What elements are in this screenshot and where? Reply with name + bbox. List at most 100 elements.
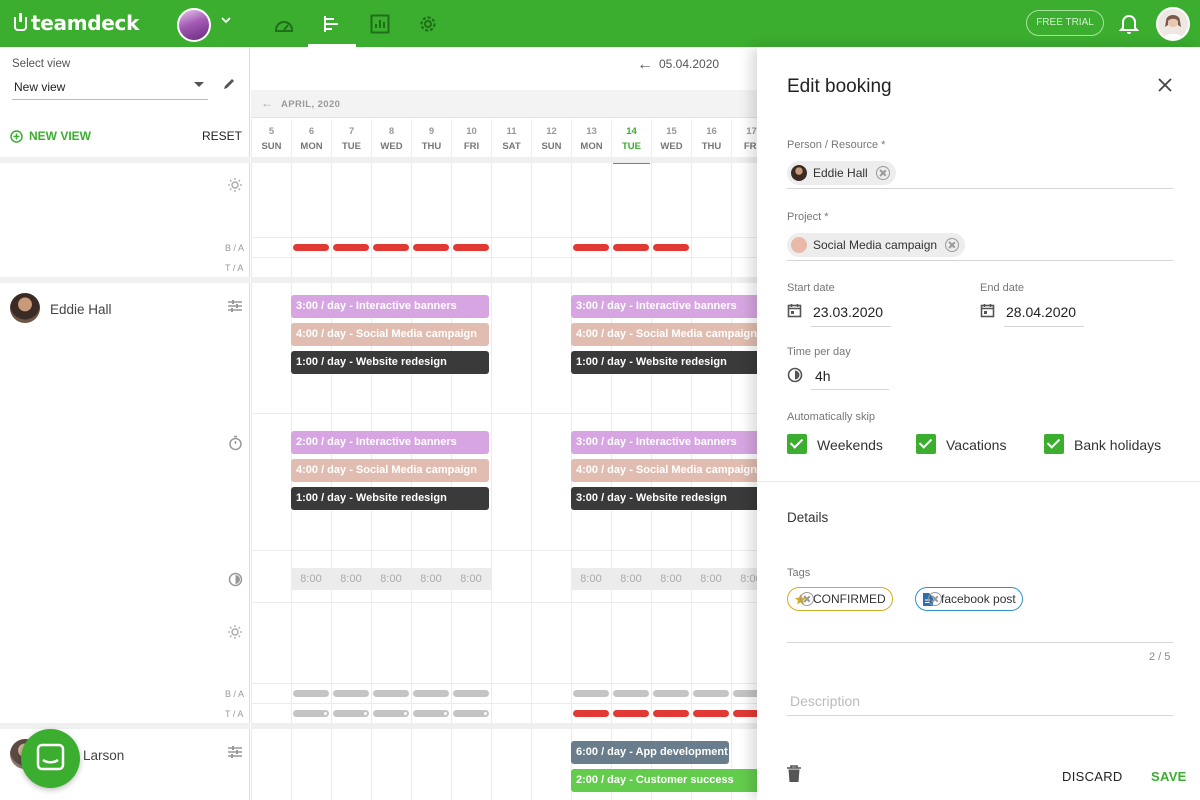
trash-icon[interactable] <box>786 765 802 788</box>
project-chip[interactable]: Social Media campaign <box>787 233 966 257</box>
availability-bar[interactable] <box>293 690 329 697</box>
booking-website-redesign[interactable]: 1:00 / day - Website redesign <box>291 351 489 374</box>
select-view-dropdown[interactable]: New view <box>12 78 208 100</box>
booking-social-media-campaign[interactable]: 4:00 / day - Social Media campaign <box>291 323 489 346</box>
availability-bar[interactable] <box>653 244 689 251</box>
teamdeck-logo[interactable]: teamdeck <box>14 11 139 35</box>
day-number: 9 <box>428 126 435 137</box>
close-icon[interactable] <box>1157 77 1173 98</box>
availability-bar[interactable] <box>333 244 369 251</box>
stopwatch-icon[interactable] <box>226 435 244 454</box>
description-input[interactable]: Description <box>790 693 860 709</box>
user-avatar[interactable] <box>1156 7 1190 41</box>
time-pie-icon[interactable] <box>226 572 244 590</box>
weekends-checkbox[interactable] <box>787 434 807 454</box>
availability-bar[interactable] <box>333 710 369 717</box>
project-color-dot <box>791 237 807 253</box>
vacations-label[interactable]: Vacations <box>946 437 1006 453</box>
chevron-down-icon[interactable] <box>220 14 232 29</box>
availability-bar[interactable] <box>573 244 609 251</box>
time-per-day-input[interactable]: 4h <box>815 368 831 384</box>
availability-bar[interactable] <box>733 710 757 717</box>
vacations-checkbox[interactable] <box>916 434 936 454</box>
bank-holidays-checkbox[interactable] <box>1044 434 1064 454</box>
availability-bar[interactable] <box>613 244 649 251</box>
availability-bar[interactable] <box>733 690 757 697</box>
availability-bar[interactable] <box>373 710 409 717</box>
timesheet-social-media-campaign[interactable]: 4:00 / day - Social Media campaign <box>571 459 757 482</box>
booking-interactive-banners[interactable]: 3:00 / day - Interactive banners <box>291 295 489 318</box>
availability-bar[interactable] <box>653 710 689 717</box>
bookings-sliders-icon[interactable] <box>226 299 244 316</box>
end-date-input[interactable]: 28.04.2020 <box>1006 304 1076 320</box>
day-number: 6 <box>308 126 315 137</box>
nav-settings[interactable] <box>404 0 452 47</box>
booking-interactive-banners[interactable]: 3:00 / day - Interactive banners <box>571 295 757 318</box>
booking-social-media-campaign[interactable]: 4:00 / day - Social Media campaign <box>571 323 757 346</box>
arrow-left-icon[interactable]: ← <box>637 56 653 74</box>
nav-dashboard[interactable] <box>260 0 308 47</box>
teamdeck-logo-icon <box>14 13 27 31</box>
chat-launcher-button[interactable] <box>21 729 80 788</box>
availability-bar[interactable] <box>293 244 329 251</box>
start-date-input[interactable]: 23.03.2020 <box>813 304 883 320</box>
remove-circle-icon[interactable] <box>875 166 890 180</box>
availability-bar[interactable] <box>413 690 449 697</box>
availability-bar[interactable] <box>413 244 449 251</box>
resource-avatar[interactable] <box>10 293 40 323</box>
left-panel: Select view New view NEW VIEW RESET B / … <box>0 47 250 800</box>
free-trial-button[interactable]: FREE TRIAL <box>1026 10 1104 36</box>
availability-bar[interactable] <box>573 690 609 697</box>
availability-bar[interactable] <box>453 690 489 697</box>
availability-bar[interactable] <box>653 690 689 697</box>
person-chip[interactable]: Eddie Hall <box>787 161 896 185</box>
availability-bar[interactable] <box>453 244 489 251</box>
nav-schedule[interactable] <box>308 0 356 47</box>
availability-bar[interactable] <box>333 690 369 697</box>
availability-bar[interactable] <box>413 710 449 717</box>
timesheet-website-redesign[interactable]: 3:00 / day - Website redesign <box>571 487 757 510</box>
bookings-sliders-icon[interactable] <box>226 745 244 762</box>
availability-bar[interactable] <box>613 690 649 697</box>
current-date[interactable]: 05.04.2020 <box>659 57 719 71</box>
weekends-label[interactable]: Weekends <box>817 437 883 453</box>
remove-circle-icon[interactable] <box>928 592 942 606</box>
nav-reports[interactable] <box>356 0 404 47</box>
bank-holidays-label[interactable]: Bank holidays <box>1074 437 1161 453</box>
availability-bar[interactable] <box>693 710 729 717</box>
availability-bar[interactable] <box>453 710 489 717</box>
working-hours-cell: 8:00 <box>411 568 451 590</box>
availability-bar[interactable] <box>693 690 729 697</box>
availability-bar[interactable] <box>613 710 649 717</box>
timesheet-interactive-banners[interactable]: 3:00 / day - Interactive banners <box>571 431 757 454</box>
pencil-icon[interactable] <box>222 77 236 96</box>
availability-bar[interactable] <box>573 710 609 717</box>
availability-bar[interactable] <box>373 690 409 697</box>
timesheet-interactive-banners[interactable]: 2:00 / day - Interactive banners <box>291 431 489 454</box>
booking-website-redesign[interactable]: 1:00 / day - Website redesign <box>571 351 757 374</box>
row-divider <box>251 703 757 704</box>
resource-name[interactable]: Eddie Hall <box>50 302 112 317</box>
remove-circle-icon[interactable] <box>945 238 960 252</box>
grid-line <box>251 163 252 800</box>
booking-customer-success[interactable]: 2:00 / day - Customer success <box>571 769 757 792</box>
discard-button[interactable]: DISCARD <box>1062 769 1123 784</box>
save-button[interactable]: SAVE <box>1151 769 1187 784</box>
logo-text: teamdeck <box>31 11 140 35</box>
availability-bar[interactable] <box>293 710 329 717</box>
calendar-grid: ← 05.04.2020 ← APRIL, 2020 5 SUN 6 MON 7 TUE 8… <box>251 47 757 800</box>
availability-bar[interactable] <box>373 244 409 251</box>
timesheet-social-media-campaign[interactable]: 4:00 / day - Social Media campaign <box>291 459 489 482</box>
arrow-left-icon[interactable]: ← <box>261 96 273 110</box>
ta-label: T / A <box>225 709 244 719</box>
day-weekday: WED <box>660 141 683 152</box>
booking-app-development[interactable]: 6:00 / day - App development <box>571 741 729 764</box>
workspace-avatar[interactable] <box>177 8 211 42</box>
timesheet-website-redesign[interactable]: 1:00 / day - Website redesign <box>291 487 489 510</box>
tag-facebook-post[interactable]: facebook post <box>915 587 1023 611</box>
remove-circle-icon[interactable] <box>800 592 814 606</box>
bell-icon[interactable] <box>1118 12 1140 39</box>
reset-button[interactable]: RESET <box>202 129 242 143</box>
new-view-button[interactable]: NEW VIEW <box>10 129 91 143</box>
tag-confirmed[interactable]: CONFIRMED <box>787 587 893 611</box>
